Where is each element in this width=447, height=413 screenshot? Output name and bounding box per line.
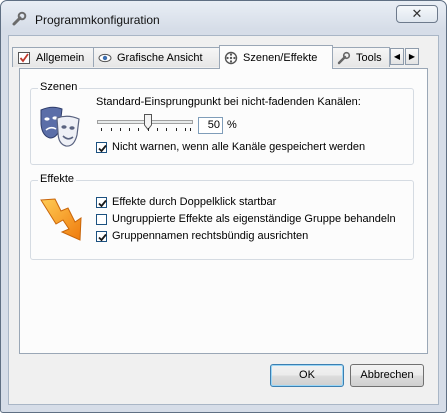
tab-scroll-left-button[interactable]: ◀ bbox=[390, 48, 404, 65]
lightning-arrow-icon bbox=[40, 198, 82, 241]
tab-grafische-ansicht[interactable]: Grafische Ansicht bbox=[93, 47, 220, 67]
slider-tick bbox=[157, 128, 158, 131]
tab-allgemein-label: Allgemein bbox=[36, 51, 85, 64]
checkbox-doppelklick[interactable] bbox=[96, 197, 107, 208]
szenen-heading: Standard-Einsprungpunkt bei nicht-fadend… bbox=[96, 96, 361, 108]
slider-tick bbox=[111, 128, 112, 131]
checklist-icon bbox=[18, 51, 30, 64]
ok-button[interactable]: OK bbox=[270, 364, 344, 387]
checkmark-icon bbox=[98, 144, 107, 153]
tab-tools[interactable]: Tools bbox=[332, 47, 390, 67]
tab-scroll-right-button[interactable]: ▶ bbox=[405, 48, 419, 65]
slider-tick bbox=[120, 128, 121, 131]
eye-icon bbox=[98, 53, 112, 62]
tab-szenen-effekte-label: Szenen/Effekte bbox=[243, 51, 318, 64]
checkbox-rechtsbuendig[interactable] bbox=[96, 231, 107, 242]
film-reel-icon bbox=[224, 51, 238, 64]
slider-tick bbox=[176, 128, 177, 131]
checkbox-nicht-warnen[interactable] bbox=[96, 142, 107, 153]
window-title: Programmkonfiguration bbox=[35, 13, 160, 27]
checkmark-icon bbox=[98, 199, 107, 208]
slider-tick bbox=[166, 128, 167, 131]
checkbox-nicht-warnen-label[interactable]: Nicht warnen, wenn alle Kanäle gespeiche… bbox=[112, 141, 365, 153]
theater-masks-icon bbox=[40, 106, 80, 147]
tab-grafische-ansicht-label: Grafische Ansicht bbox=[117, 51, 203, 64]
tab-szenen-effekte[interactable]: Szenen/Effekte bbox=[219, 45, 333, 69]
slider-tick bbox=[190, 128, 191, 131]
percent-unit: % bbox=[227, 119, 237, 131]
close-button[interactable]: ✕ bbox=[396, 5, 438, 23]
slider-tick bbox=[148, 128, 149, 131]
checkbox-ungruppierte-effekte-label[interactable]: Ungruppierte Effekte als eigenständige G… bbox=[112, 213, 396, 225]
cancel-button[interactable]: Abbrechen bbox=[350, 364, 424, 387]
checkbox-rechtsbuendig-label[interactable]: Gruppennamen rechtsbündig ausrichten bbox=[112, 230, 308, 242]
wrench-icon bbox=[12, 11, 27, 26]
tab-strip: Allgemein Grafische Ansicht Szenen/Effek… bbox=[12, 45, 432, 69]
tools-icon bbox=[337, 51, 351, 64]
slider-tick bbox=[101, 128, 102, 131]
slider-tick bbox=[185, 128, 186, 131]
slider-tick bbox=[129, 128, 130, 131]
checkmark-icon bbox=[98, 233, 107, 242]
fade-percent-input[interactable]: 50 bbox=[198, 117, 223, 134]
title-bar[interactable]: Programmkonfiguration ✕ bbox=[1, 1, 446, 37]
checkbox-ungruppierte-effekte[interactable] bbox=[96, 214, 107, 225]
tab-tools-label: Tools bbox=[356, 51, 382, 64]
slider-tick bbox=[138, 128, 139, 131]
checkbox-doppelklick-label[interactable]: Effekte durch Doppelklick startbar bbox=[112, 196, 276, 208]
group-szenen-label: Szenen bbox=[38, 81, 80, 93]
tab-allgemein[interactable]: Allgemein bbox=[12, 47, 94, 67]
group-effekte-label: Effekte bbox=[38, 173, 77, 185]
